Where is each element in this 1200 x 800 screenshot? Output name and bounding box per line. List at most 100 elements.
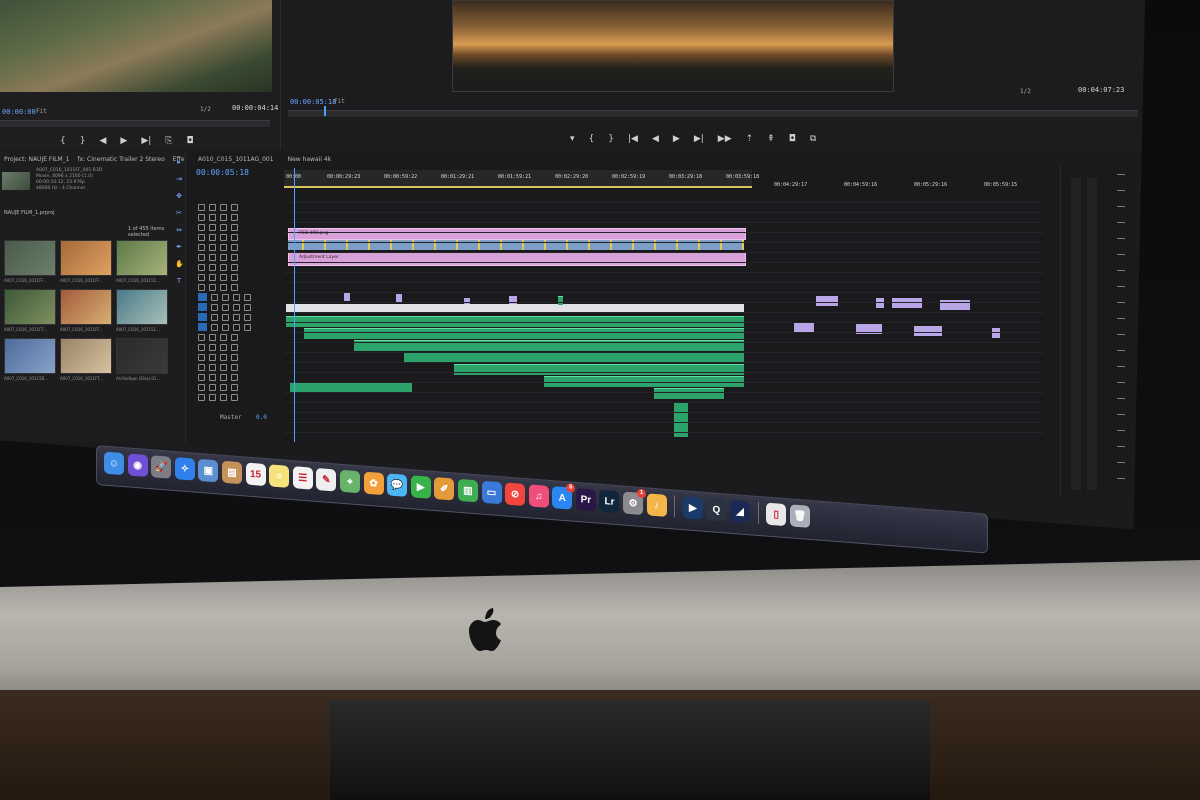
clip-adjustment-layer[interactable]: Adjustment Layer	[288, 252, 746, 266]
clip-video[interactable]	[914, 326, 942, 336]
clip-video[interactable]	[816, 296, 838, 306]
mute-icon[interactable]	[244, 323, 251, 331]
track-header-row[interactable]	[198, 392, 283, 402]
eye-icon[interactable]	[220, 263, 227, 271]
sync-icon[interactable]	[209, 263, 216, 271]
marker-icon[interactable]: ▾	[570, 134, 575, 144]
lock-icon[interactable]	[198, 333, 205, 341]
news-icon[interactable]: ⊘	[505, 482, 526, 507]
notes-icon[interactable]: ≡	[269, 464, 290, 488]
clip-video[interactable]	[892, 298, 922, 308]
thumbnail-item[interactable]: A007_C016_10115B...	[4, 338, 58, 381]
program-fraction[interactable]: 1/2	[1020, 88, 1031, 95]
tab-fx[interactable]: fx: Cinematic Trailer 2 Stereo	[77, 156, 164, 163]
mute-icon[interactable]	[231, 343, 238, 351]
finder-icon[interactable]: ☺	[104, 451, 124, 476]
lock-icon[interactable]	[198, 203, 205, 211]
camera-icon[interactable]: ◘	[186, 136, 193, 146]
type-icon[interactable]: T	[175, 277, 183, 285]
clip-video[interactable]	[992, 328, 1000, 338]
lock-icon[interactable]	[198, 383, 205, 391]
eye-icon[interactable]	[220, 343, 227, 351]
document-icon[interactable]: ▯	[766, 502, 787, 527]
mute-icon[interactable]	[231, 373, 238, 381]
track-header-row[interactable]	[198, 342, 283, 352]
mute-icon[interactable]	[231, 333, 238, 341]
mute-icon[interactable]	[231, 353, 238, 361]
timeline-playhead[interactable]	[294, 168, 295, 442]
track-header-row[interactable]	[198, 272, 283, 282]
step-back-icon[interactable]: ◀	[652, 134, 659, 144]
compare-icon[interactable]: ⧉	[810, 134, 816, 144]
mute-icon[interactable]	[231, 263, 238, 271]
step-back-icon[interactable]: ◀	[99, 136, 106, 146]
track-header-row[interactable]	[198, 302, 283, 312]
thumbnail-item[interactable]: A007_C016_1011FF...	[60, 289, 114, 332]
track-header-row[interactable]	[198, 212, 283, 222]
eye-icon[interactable]	[220, 273, 227, 281]
sync-icon[interactable]	[209, 203, 216, 211]
eye-icon[interactable]	[220, 213, 227, 221]
safari-icon[interactable]: ✧	[174, 457, 195, 481]
lock-icon[interactable]	[198, 353, 205, 361]
sync-icon[interactable]	[222, 303, 229, 311]
sync-icon[interactable]	[209, 363, 216, 371]
track-target-toggle[interactable]	[198, 323, 207, 331]
extract-icon[interactable]: ⇞	[767, 134, 775, 144]
clip-music[interactable]	[290, 382, 412, 392]
mute-icon[interactable]	[244, 303, 251, 311]
eye-icon[interactable]	[220, 363, 227, 371]
lock-icon[interactable]	[211, 323, 218, 331]
clip-video[interactable]	[794, 322, 814, 332]
eye-icon[interactable]	[220, 223, 227, 231]
clip-psd[interactable]: PSD 400.png	[288, 228, 746, 240]
eye-icon[interactable]	[220, 243, 227, 251]
mute-icon[interactable]	[244, 293, 251, 301]
launchpad-icon[interactable]: 🚀	[151, 455, 172, 479]
master-value[interactable]: 0.0	[256, 414, 267, 421]
mark-out-icon[interactable]: }	[80, 136, 86, 146]
thumbnail-item[interactable]: Archiefopn (Elsa) 01...	[116, 338, 170, 381]
lock-icon[interactable]	[198, 233, 205, 241]
eye-icon[interactable]	[233, 313, 240, 321]
premiere-pro-icon[interactable]: Pr	[575, 487, 596, 512]
sync-icon[interactable]	[209, 373, 216, 381]
program-playhead[interactable]	[324, 106, 326, 116]
pages-icon[interactable]: ✐	[434, 477, 455, 501]
track-header-row[interactable]	[198, 322, 283, 332]
source-scrubber[interactable]	[0, 120, 270, 127]
system-preferences-icon[interactable]: ⚙ 1	[623, 488, 647, 516]
play-icon[interactable]: ▶	[673, 134, 680, 144]
camera-icon[interactable]: ◘	[789, 134, 796, 144]
timeline-ruler[interactable]: 00:0000:00:29:2300:00:59:2200:01:29:2100…	[284, 170, 759, 188]
facetime-icon[interactable]: ▶	[410, 475, 431, 499]
timeline-ruler-extended[interactable]: 00:04:29:17 00:04:59:16 00:05:29:16 00:05:5…	[754, 178, 1044, 190]
selection-tool-icon[interactable]: ▸	[175, 158, 183, 166]
sync-icon[interactable]	[209, 253, 216, 261]
contacts-icon[interactable]: ▤	[221, 460, 242, 485]
sync-icon[interactable]	[222, 323, 229, 331]
mark-in-icon[interactable]: {	[589, 134, 595, 144]
tab-sequence-a010[interactable]: A010_C015_1011AG_001	[198, 156, 274, 163]
track-header-row[interactable]	[198, 282, 283, 292]
lock-icon[interactable]	[198, 393, 205, 401]
eye-icon[interactable]	[220, 353, 227, 361]
pen-icon[interactable]: ✒	[175, 243, 183, 251]
preview-icon[interactable]: ▣	[198, 458, 219, 483]
eye-icon[interactable]	[220, 253, 227, 261]
eye-icon[interactable]	[220, 383, 227, 391]
lock-icon[interactable]	[198, 283, 205, 291]
siri-icon[interactable]: ◉	[127, 453, 148, 477]
lock-icon[interactable]	[198, 373, 205, 381]
clip-audio-a2[interactable]	[304, 328, 744, 339]
eye-icon[interactable]	[233, 293, 240, 301]
clip-video[interactable]	[344, 292, 350, 301]
source-zoom[interactable]: Fit	[36, 108, 47, 115]
mute-icon[interactable]	[231, 203, 238, 211]
mark-out-icon[interactable]: }	[608, 134, 614, 144]
lock-icon[interactable]	[198, 343, 205, 351]
lock-icon[interactable]	[198, 363, 205, 371]
go-to-in-icon[interactable]: |◀	[628, 134, 638, 144]
track-header-row[interactable]	[198, 242, 283, 252]
track-header-row[interactable]	[198, 372, 283, 382]
